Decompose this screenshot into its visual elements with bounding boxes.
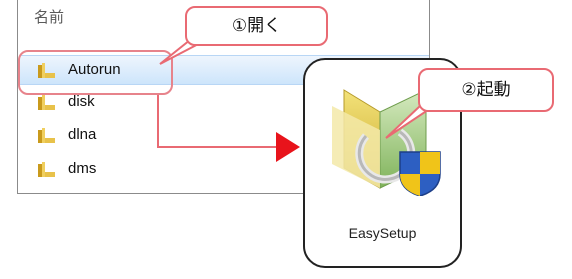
callout-step2-launch: ②起動 xyxy=(418,68,554,112)
connector-line-vertical xyxy=(157,95,159,147)
arrow-right-icon xyxy=(276,132,300,162)
list-item-label: dlna xyxy=(68,126,97,143)
folder-icon xyxy=(38,162,55,177)
list-item-label: disk xyxy=(68,93,95,110)
folder-icon xyxy=(38,95,55,110)
connector-line-horizontal xyxy=(157,146,279,148)
list-item-label: dms xyxy=(68,160,97,177)
callout-step1-open: ①開く xyxy=(185,6,328,46)
app-label: EasySetup xyxy=(348,225,417,241)
column-header-name[interactable]: 名前 xyxy=(34,6,64,27)
folder-icon xyxy=(38,128,55,143)
